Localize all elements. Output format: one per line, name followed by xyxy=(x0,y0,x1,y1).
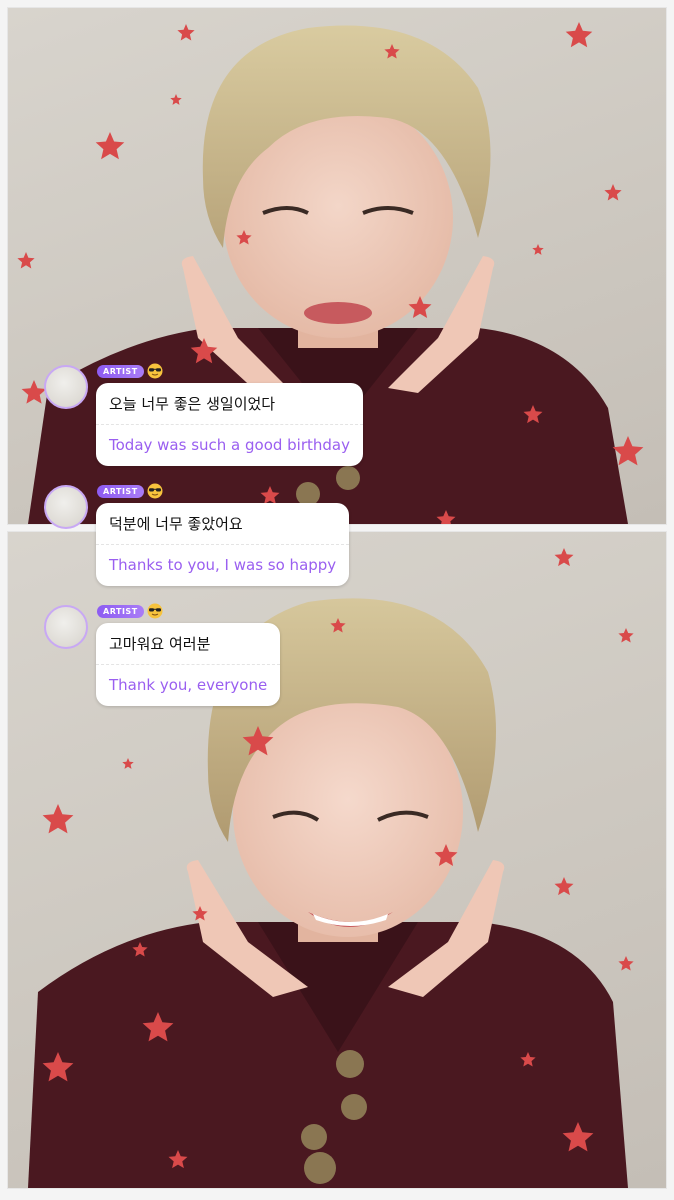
artist-avatar[interactable] xyxy=(44,365,88,409)
artist-badge: ARTIST xyxy=(97,365,144,378)
jacket-button xyxy=(304,1152,336,1184)
translation-text: Thank you, everyone xyxy=(109,676,268,694)
message-bubble: 오늘 너무 좋은 생일이었다 Today was such a good bir… xyxy=(96,383,363,466)
star-decoration xyxy=(532,244,544,255)
message-bubble: 덕분에 너무 좋았어요 Thanks to you, I was so happ… xyxy=(96,503,350,586)
translation-text: Today was such a good birthday xyxy=(109,436,350,454)
star-decoration xyxy=(612,436,644,466)
original-text: 오늘 너무 좋은 생일이었다 xyxy=(96,383,363,425)
translation-text: Thanks to you, I was so happy xyxy=(109,556,337,574)
star-decoration xyxy=(554,877,574,896)
star-decoration xyxy=(17,252,35,269)
star-decoration xyxy=(122,758,134,769)
sunglasses-emoji-icon xyxy=(147,483,163,499)
star-decoration xyxy=(554,548,574,567)
artist-badge: ARTIST xyxy=(97,485,144,498)
lips xyxy=(304,302,372,324)
star-decoration xyxy=(604,184,622,201)
sunglasses-emoji-icon xyxy=(147,363,163,379)
artist-avatar[interactable] xyxy=(44,605,88,649)
jacket-button xyxy=(336,466,360,490)
original-text: 고마워요 여러분 xyxy=(96,623,281,665)
message-bubble: 고마워요 여러분 Thank you, everyone xyxy=(96,623,281,706)
jacket-button xyxy=(336,1050,364,1078)
star-decoration xyxy=(618,628,634,643)
star-decoration xyxy=(95,132,125,160)
star-decoration xyxy=(170,94,182,105)
jacket-button xyxy=(341,1094,367,1120)
star-decoration xyxy=(42,804,74,834)
star-decoration xyxy=(618,956,634,971)
star-decoration xyxy=(21,380,47,404)
star-decoration xyxy=(565,22,593,48)
star-decoration xyxy=(177,24,195,41)
jacket-button xyxy=(301,1124,327,1150)
sunglasses-emoji-icon xyxy=(147,603,163,619)
artist-avatar[interactable] xyxy=(44,485,88,529)
original-text: 덕분에 너무 좋았어요 xyxy=(96,503,350,545)
artist-badge: ARTIST xyxy=(97,605,144,618)
